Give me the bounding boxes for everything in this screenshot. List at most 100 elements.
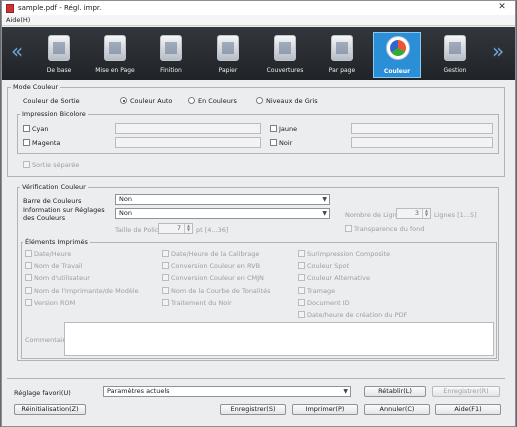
- conversion-rvb-label: Conversion Couleur en RVB: [171, 262, 261, 270]
- tab-finition[interactable]: Finition: [147, 32, 195, 78]
- nom-imprimante-label: Nom de l'imprimante/de Modèle: [34, 287, 139, 295]
- nom-imprimante-checkbox[interactable]: [25, 287, 32, 294]
- tab-label: Papier: [218, 67, 238, 74]
- version-rom-checkbox[interactable]: [25, 299, 32, 306]
- imprimer-button[interactable]: Imprimer(P): [292, 404, 358, 415]
- next-arrow-icon[interactable]: »: [492, 41, 504, 61]
- commentaire-label: Commentaire: [25, 336, 70, 344]
- niveaux-gris-label: Niveaux de Gris: [266, 97, 318, 105]
- sortie-separee-checkbox[interactable]: [23, 161, 30, 168]
- traitement-noir-checkbox[interactable]: [162, 299, 169, 306]
- taille-police-value: 7: [176, 224, 181, 232]
- tab-label: Finition: [160, 67, 182, 74]
- spinner-arrows-icon[interactable]: ▲ ▼: [422, 209, 430, 218]
- tab-couvertures[interactable]: Couvertures: [261, 32, 309, 78]
- radio-niveaux-gris[interactable]: [256, 97, 263, 104]
- radio-en-couleurs[interactable]: [188, 97, 195, 104]
- info-reglages-value: Non: [119, 209, 132, 217]
- tab-papier[interactable]: Papier: [204, 32, 252, 78]
- tab-de-base[interactable]: De base: [35, 32, 83, 78]
- chevron-down-icon: ▼: [343, 388, 348, 395]
- nom-utilisateur-checkbox[interactable]: [25, 274, 32, 281]
- nombre-lignes-value: 3: [414, 209, 419, 217]
- surimpression-label: Surimpression Composite: [307, 250, 391, 258]
- commentaire-field[interactable]: [64, 322, 494, 356]
- traitement-noir-label: Traitement du Noir: [171, 299, 232, 307]
- couleur-sortie-label: Couleur de Sortie: [23, 97, 80, 105]
- document-id-checkbox[interactable]: [298, 299, 305, 306]
- per-page-icon: [331, 35, 353, 61]
- jaune-checkbox[interactable]: [270, 125, 277, 132]
- version-rom-label: Version ROM: [34, 299, 76, 307]
- cyan-checkbox[interactable]: [23, 125, 30, 132]
- date-calibrage-checkbox[interactable]: [162, 250, 169, 257]
- date-creation-pdf-label: Date/heure de création du PDF: [307, 311, 408, 319]
- tab-couleur[interactable]: Couleur: [373, 32, 421, 78]
- radio-couleur-auto[interactable]: [120, 97, 127, 104]
- couleur-alternative-checkbox[interactable]: [298, 274, 305, 281]
- tab-label: Couleur: [383, 68, 411, 75]
- nombre-lignes-spinner[interactable]: 3 ▲ ▼: [396, 208, 431, 219]
- info-reglages-select[interactable]: Non ▼: [115, 208, 330, 219]
- cyan-field[interactable]: [115, 123, 261, 134]
- noir-checkbox[interactable]: [270, 139, 277, 146]
- menu-bar: Aide(H): [2, 15, 515, 26]
- reglage-favori-select[interactable]: Paramètres actuels ▼: [103, 386, 351, 397]
- conversion-rvb-checkbox[interactable]: [162, 262, 169, 269]
- annuler-button[interactable]: Annuler(C): [364, 404, 430, 415]
- aide-button[interactable]: Aide(F1): [435, 404, 501, 415]
- tab-par-page[interactable]: Par page: [318, 32, 366, 78]
- reinitialisation-button[interactable]: Réinitialisation(Z): [14, 404, 86, 415]
- magenta-label: Magenta: [32, 139, 61, 147]
- nom-travail-label: Nom de Travail: [34, 262, 83, 270]
- tab-label: Par page: [328, 67, 356, 74]
- date-heure-checkbox[interactable]: [25, 250, 32, 257]
- tab-gestion[interactable]: Gestion: [431, 32, 479, 78]
- conversion-cmjn-checkbox[interactable]: [162, 274, 169, 281]
- color-icon: [386, 36, 410, 60]
- tramage-checkbox[interactable]: [298, 287, 305, 294]
- couleur-spot-checkbox[interactable]: [298, 262, 305, 269]
- bicolore-title: Impression Bicolore: [20, 110, 88, 118]
- tab-toolbar: « De base Mise en Page Finition Papier C…: [2, 27, 515, 80]
- tab-label: Couvertures: [266, 67, 304, 74]
- document-id-label: Document ID: [307, 299, 350, 307]
- pdf-app-icon: [6, 3, 14, 13]
- surimpression-checkbox[interactable]: [298, 250, 305, 257]
- finishing-icon: [160, 35, 182, 61]
- bicolore-group: [17, 114, 499, 154]
- noir-field[interactable]: [351, 137, 493, 148]
- enregistrer-favori-button[interactable]: Enregistrer(R): [432, 386, 500, 397]
- couleur-alternative-label: Couleur Alternative: [307, 274, 370, 282]
- reglage-favori-value: Paramètres actuels: [107, 387, 170, 395]
- prev-arrow-icon[interactable]: «: [11, 41, 23, 61]
- magenta-checkbox[interactable]: [23, 139, 30, 146]
- date-creation-pdf-checkbox[interactable]: [298, 311, 305, 318]
- reglage-favori-label: Réglage favori(U): [14, 389, 71, 397]
- date-heure-label: Date/Heure: [34, 250, 72, 258]
- nom-travail-checkbox[interactable]: [25, 262, 32, 269]
- tab-mise-en-page[interactable]: Mise en Page: [91, 32, 139, 78]
- taille-police-spinner[interactable]: 7 ▲ ▼: [158, 223, 193, 234]
- barre-couleurs-select[interactable]: Non ▼: [115, 194, 330, 205]
- title-bar: sample.pdf - Régl. impr. ✕: [2, 1, 515, 15]
- menu-aide[interactable]: Aide(H): [6, 16, 30, 24]
- spinner-arrows-icon[interactable]: ▲ ▼: [184, 224, 192, 233]
- print-settings-window: sample.pdf - Régl. impr. ✕ Aide(H) « De …: [1, 0, 516, 427]
- layout-icon: [104, 35, 126, 61]
- jaune-label: Jaune: [279, 125, 298, 133]
- police-range: pt [4...36]: [196, 226, 229, 234]
- close-icon[interactable]: ✕: [495, 2, 509, 13]
- window-title: sample.pdf - Régl. impr.: [18, 4, 102, 12]
- footer-separator: [7, 378, 505, 379]
- conversion-cmjn-label: Conversion Couleur en CMJN: [171, 274, 264, 282]
- retablir-button[interactable]: Rétablir(L): [364, 386, 426, 397]
- courbe-tonalites-checkbox[interactable]: [162, 287, 169, 294]
- transparence-checkbox[interactable]: [345, 225, 352, 232]
- jaune-field[interactable]: [351, 123, 493, 134]
- sortie-separee-label: Sortie séparée: [32, 161, 80, 169]
- enregistrer-button[interactable]: Enregistrer(S): [220, 404, 286, 415]
- mode-couleur-title: Mode Couleur: [11, 83, 61, 91]
- noir-label: Noir: [279, 139, 293, 147]
- magenta-field[interactable]: [115, 137, 261, 148]
